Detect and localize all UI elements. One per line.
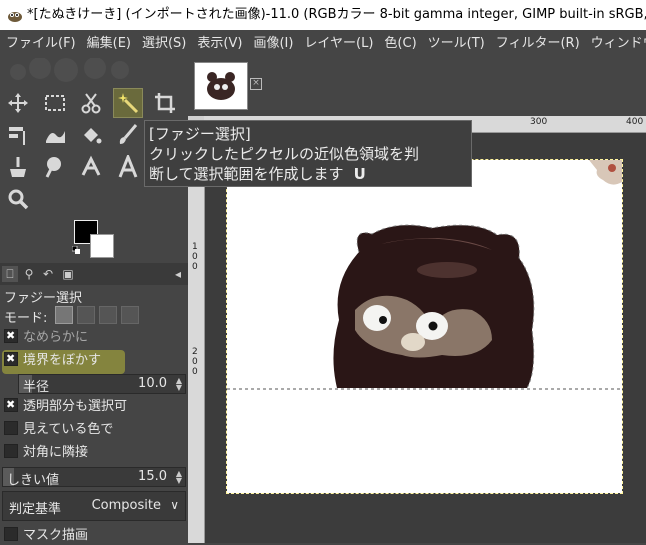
sample-merged-option[interactable]: 見えている色で <box>4 421 113 439</box>
tanuki-thumbnail-image <box>207 72 235 100</box>
menu-file[interactable]: ファイル(F) <box>0 30 81 58</box>
fuzzy-select-icon <box>118 93 139 114</box>
text-tool[interactable] <box>113 152 143 182</box>
zoom-icon <box>8 189 29 210</box>
tab-tool-options[interactable]: ⎕ <box>2 266 18 282</box>
tab-undo-history[interactable]: ↶ <box>40 266 56 282</box>
menu-layer[interactable]: レイヤー(L) <box>298 30 378 58</box>
text-tool-icon <box>118 155 138 178</box>
tanuki-cake-image <box>227 160 622 390</box>
chevron-down-icon: ∨ <box>170 498 179 512</box>
align-tool[interactable] <box>3 120 33 150</box>
menu-view[interactable]: 表示(V) <box>191 30 247 58</box>
mode-intersect-button[interactable] <box>121 306 139 324</box>
fuzzy-select-tool[interactable] <box>113 88 143 118</box>
crop-tool[interactable] <box>150 88 180 118</box>
rect-select-icon <box>45 95 65 111</box>
select-criterion-combo[interactable]: 判定基準 Composite ∨ <box>2 491 186 521</box>
menu-edit[interactable]: 編集(E) <box>81 30 136 58</box>
image-canvas[interactable] <box>227 160 622 493</box>
draw-mask-option[interactable]: マスク描画 <box>4 527 88 545</box>
tooltip-title: [ファジー選択] <box>149 125 251 143</box>
reset-colors-icon[interactable] <box>72 246 81 255</box>
menu-windows[interactable]: ウィンドウ(W <box>585 30 646 58</box>
mode-label: モード: <box>4 311 48 326</box>
smudge-icon <box>45 157 61 178</box>
move-tool[interactable] <box>3 88 33 118</box>
clone-tool[interactable] <box>76 152 106 182</box>
smudge-tool[interactable] <box>40 152 70 182</box>
move-tool-icon <box>8 93 28 113</box>
antialias-checkbox[interactable] <box>4 327 18 345</box>
crop-icon <box>155 93 175 113</box>
tooltip-description-line2: 断して選択範囲を作成します U <box>149 165 366 183</box>
tab-device-status[interactable]: ⚲ <box>21 266 37 282</box>
image-tab-thumbnail[interactable] <box>194 62 248 110</box>
bucket-fill-icon <box>84 128 102 144</box>
antialias-option[interactable]: なめらかに <box>4 327 88 347</box>
tool-options-title: ファジー選択 <box>4 291 83 306</box>
bucket-fill-tool[interactable] <box>76 120 106 150</box>
tab-images[interactable]: ▣ <box>60 266 76 282</box>
dock-menu-icon[interactable]: ◂ <box>170 266 186 282</box>
select-transparent-checkbox[interactable] <box>4 396 18 414</box>
gimp-wilber-decoration <box>10 58 129 82</box>
paintbrush-icon <box>119 124 138 144</box>
dock-tabs: ⎕ ⚲ ↶ ▣ ◂ <box>0 263 188 285</box>
mode-add-button[interactable] <box>77 306 95 324</box>
window-title-bar: *[たぬきけーき] (インポートされた画像)-11.0 (RGBカラー 8-bi… <box>0 0 646 30</box>
menu-image[interactable]: 画像(I) <box>247 30 298 58</box>
mode-replace-button[interactable] <box>55 306 73 324</box>
heal-tool[interactable] <box>3 152 33 182</box>
feather-option[interactable]: 境界をぼかす <box>4 350 101 370</box>
radius-slider[interactable]: 半径 10.0 ▲ ▼ <box>18 374 186 395</box>
tool-tooltip: [ファジー選択] クリックしたピクセルの近似色領域を判 断して選択範囲を作成しま… <box>144 120 472 187</box>
threshold-spin-icon[interactable]: ▲ ▼ <box>176 470 182 485</box>
crop-scissors-icon <box>81 93 101 114</box>
diagonal-neighbors-option[interactable]: 対角に隣接 <box>4 444 88 462</box>
menu-tools[interactable]: ツール(T) <box>422 30 490 58</box>
scissors-tool[interactable] <box>76 88 106 118</box>
heal-icon <box>10 157 26 177</box>
warp-tool[interactable] <box>40 120 70 150</box>
menu-filters[interactable]: フィルター(R) <box>490 30 585 58</box>
threshold-slider[interactable]: しきい値 15.0 ▲ ▼ <box>2 467 186 488</box>
warp-icon <box>46 131 65 143</box>
window-title: *[たぬきけーき] (インポートされた画像)-11.0 (RGBカラー 8-bi… <box>27 7 646 22</box>
zoom-tool[interactable] <box>3 184 33 214</box>
feather-checkbox[interactable] <box>4 350 18 368</box>
canvas-viewport[interactable] <box>205 133 646 543</box>
menu-bar: ファイル(F) 編集(E) 選択(S) 表示(V) 画像(I) レイヤー(L) 色(C) ツー… <box>0 30 646 58</box>
menu-select[interactable]: 選択(S) <box>136 30 191 58</box>
align-icon <box>9 127 25 145</box>
radius-spin-icon[interactable]: ▲ ▼ <box>176 377 182 392</box>
clone-icon <box>81 155 101 176</box>
background-color-swatch[interactable] <box>90 234 114 258</box>
sample-merged-checkbox[interactable] <box>4 421 18 435</box>
menu-colors[interactable]: 色(C) <box>378 30 421 58</box>
select-transparent-option[interactable]: 透明部分も選択可 <box>4 396 127 416</box>
tooltip-description-line1: クリックしたピクセルの近似色領域を判 <box>149 145 420 163</box>
draw-mask-checkbox[interactable] <box>4 527 18 541</box>
tooltip-shortcut: U <box>353 165 366 183</box>
paintbrush-tool[interactable] <box>113 120 143 150</box>
close-tab-icon[interactable]: × <box>250 78 262 90</box>
mode-subtract-button[interactable] <box>99 306 117 324</box>
diagonal-neighbors-checkbox[interactable] <box>4 444 18 458</box>
gimp-app-icon <box>8 12 22 22</box>
rect-select-tool[interactable] <box>40 88 70 118</box>
vertical-ruler[interactable]: 1 0 0 2 0 0 <box>188 132 205 543</box>
